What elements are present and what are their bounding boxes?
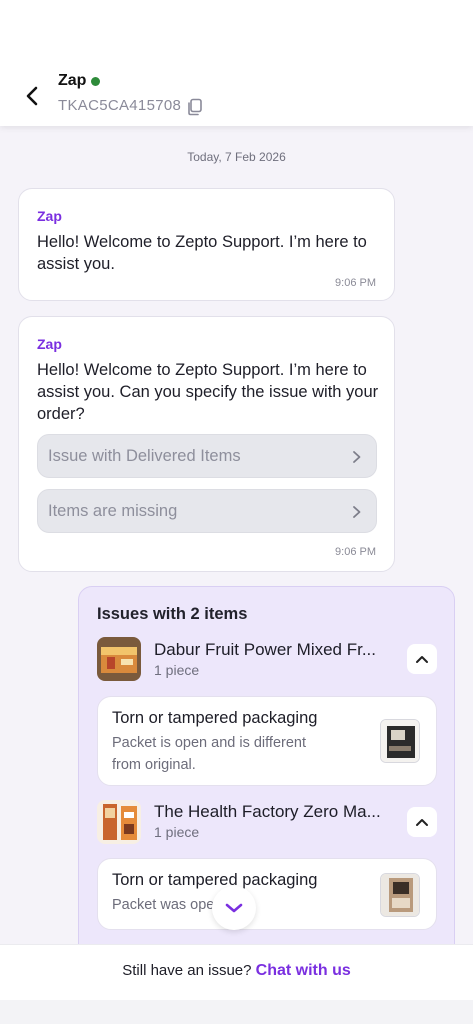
- footer-bar: Still have an issue? Chat with us: [0, 944, 473, 1000]
- issue-photo[interactable]: [380, 873, 420, 917]
- message-sender: Zap: [37, 336, 62, 352]
- issue-description: Packet is open and is different from ori…: [112, 735, 306, 773]
- option-items-are-missing[interactable]: Items are missing: [37, 489, 377, 533]
- online-status-dot: [91, 77, 100, 86]
- bottom-strip: [0, 1000, 473, 1024]
- chat-header: Zap TKAC5CA415708: [0, 0, 473, 126]
- chevron-right-icon: [353, 506, 361, 518]
- message-time: 9:06 PM: [335, 546, 376, 558]
- message-bubble: Zap Hello! Welcome to Zepto Support. I’m…: [18, 188, 395, 301]
- date-separator: Today, 7 Feb 2026: [187, 150, 286, 164]
- scroll-to-bottom-button[interactable]: [212, 886, 256, 930]
- back-button[interactable]: [18, 82, 46, 110]
- issue-type: Torn or tampered packaging: [112, 709, 318, 727]
- issues-title: Issues with 2 items: [97, 605, 248, 623]
- product-thumbnail: [97, 800, 141, 844]
- chevron-right-icon: [353, 451, 361, 463]
- chevron-down-icon: [225, 903, 243, 913]
- issues-summary-card: Issues with 2 items Dabur Fruit Power Mi…: [78, 586, 455, 944]
- product-quantity: 1 piece: [154, 662, 200, 678]
- chat-with-us-link[interactable]: Chat with us: [256, 962, 351, 979]
- issue-type: Torn or tampered packaging: [112, 871, 318, 889]
- message-bubble: Zap Hello! Welcome to Zepto Support. I’m…: [18, 316, 395, 572]
- product-name: The Health Factory Zero Ma...: [154, 802, 381, 821]
- product-quantity: 1 piece: [154, 824, 200, 840]
- option-label: Issue with Delivered Items: [48, 447, 241, 465]
- chevron-up-icon: [416, 819, 428, 826]
- ticket-id: TKAC5CA415708: [58, 97, 182, 114]
- copy-button[interactable]: [186, 98, 204, 116]
- message-sender: Zap: [37, 208, 62, 224]
- agent-name: Zap: [58, 72, 87, 89]
- chat-area[interactable]: Today, 7 Feb 2026 Zap Hello! Welcome to …: [0, 126, 473, 944]
- message-text: Hello! Welcome to Zepto Support. I’m her…: [37, 233, 367, 273]
- issue-detail-card: Torn or tampered packaging Packet was op…: [97, 858, 437, 930]
- message-time: 9:06 PM: [335, 277, 376, 289]
- product-thumbnail: [97, 637, 141, 681]
- message-text: Hello! Welcome to Zepto Support. I’m her…: [37, 361, 379, 423]
- issue-detail-card: Torn or tampered packaging Packet is ope…: [97, 696, 437, 786]
- product-name: Dabur Fruit Power Mixed Fr...: [154, 640, 377, 659]
- issue-photo[interactable]: [380, 719, 420, 763]
- footer-prompt: Still have an issue?: [122, 962, 252, 979]
- collapse-button[interactable]: [407, 644, 437, 674]
- option-label: Items are missing: [48, 502, 178, 520]
- collapse-button[interactable]: [407, 807, 437, 837]
- option-issue-with-delivered-items[interactable]: Issue with Delivered Items: [37, 434, 377, 478]
- copy-icon: [188, 98, 202, 116]
- chevron-up-icon: [416, 656, 428, 663]
- chevron-left-icon: [26, 86, 38, 106]
